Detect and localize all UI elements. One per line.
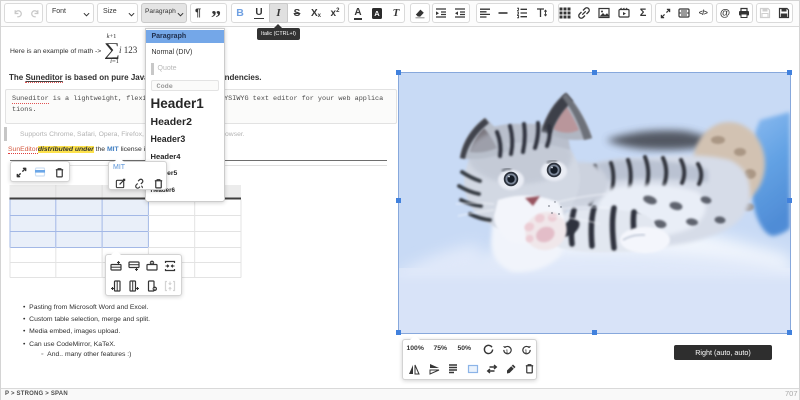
svg-text:1: 1	[525, 349, 528, 354]
svg-text:1: 1	[506, 349, 509, 354]
